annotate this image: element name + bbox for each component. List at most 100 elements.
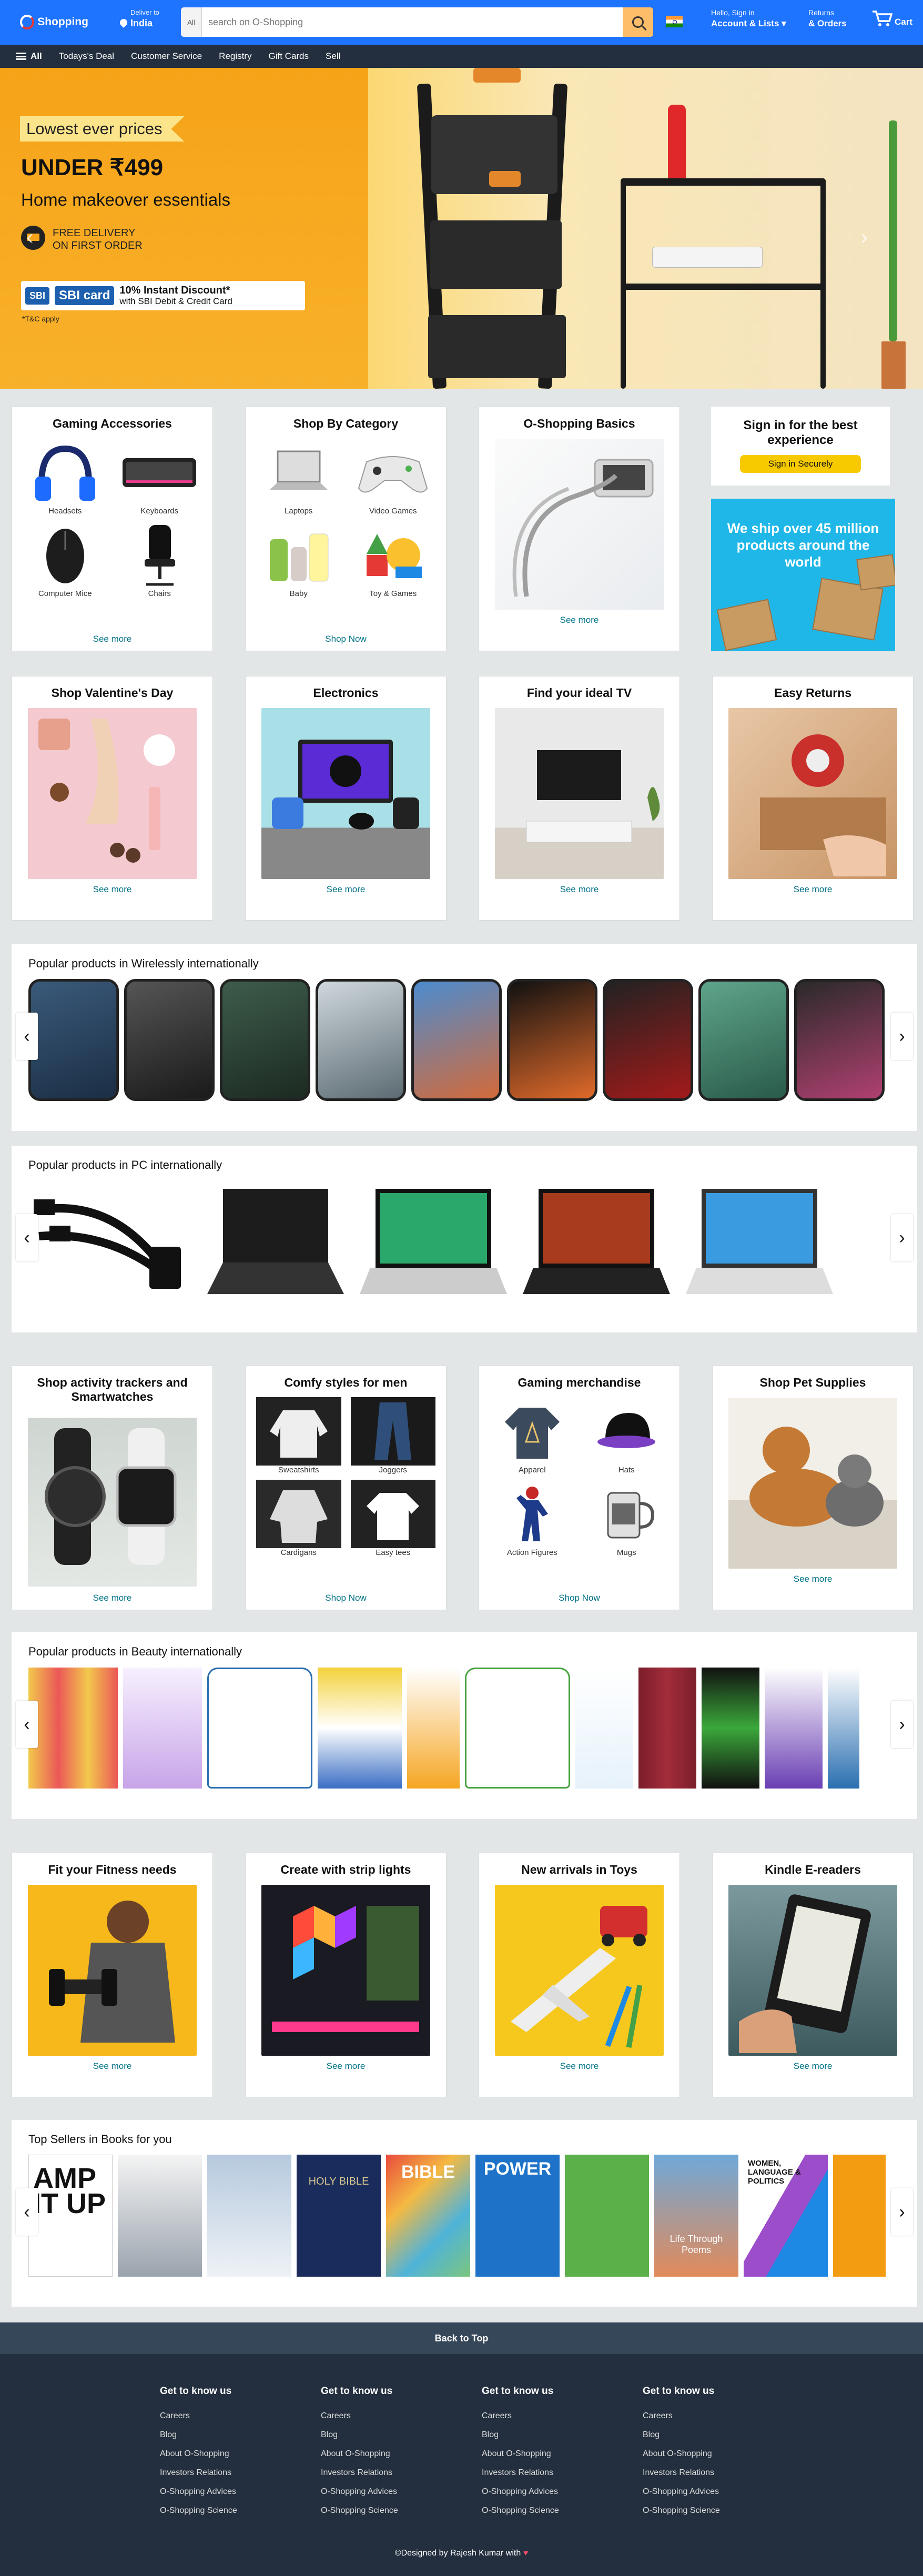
subnav-customer-service[interactable]: Customer Service <box>131 51 202 62</box>
subnav-gift-cards[interactable]: Gift Cards <box>269 51 309 62</box>
tile-headsets[interactable]: Headsets <box>23 438 108 516</box>
book-cover[interactable] <box>118 2155 202 2277</box>
product-phone[interactable] <box>794 979 885 1101</box>
see-more-link[interactable]: See more <box>713 2061 913 2072</box>
card-electronics[interactable]: Electronics See more <box>245 676 447 921</box>
product-phone[interactable] <box>411 979 502 1101</box>
card-gaming-accessories[interactable]: Gaming Accessories Headsets Keyboards Co… <box>12 407 213 651</box>
card-easy-returns[interactable]: Easy Returns See more <box>712 676 914 921</box>
subnav-todays-deal[interactable]: Todays's Deal <box>59 51 114 62</box>
shop-now-link[interactable]: Shop Now <box>246 634 446 644</box>
footer-link-about[interactable]: About O-Shopping <box>482 2444 559 2463</box>
carousel-next-icon[interactable]: › <box>891 1013 913 1060</box>
carousel-next-icon[interactable]: › <box>891 1701 913 1748</box>
search-button[interactable] <box>623 7 653 37</box>
product-laptop[interactable] <box>518 1178 675 1305</box>
cart-button[interactable]: Cart <box>871 9 912 27</box>
hero-next-icon[interactable]: › <box>861 226 868 249</box>
footer-link-blog[interactable]: Blog <box>482 2426 559 2444</box>
product-burts-bees[interactable] <box>638 1668 696 1789</box>
tile-joggers[interactable]: Joggers <box>350 1397 435 1474</box>
see-more-link[interactable]: See more <box>12 1593 212 1603</box>
card-pet-supplies[interactable]: Shop Pet Supplies See more <box>712 1366 914 1610</box>
all-menu-button[interactable]: All <box>16 51 42 62</box>
carousel-next-icon[interactable]: › <box>891 1214 913 1261</box>
tile-sweatshirts[interactable]: Sweatshirts <box>256 1397 341 1474</box>
tile-apparel[interactable]: Apparel <box>490 1397 575 1474</box>
product-phone[interactable] <box>698 979 789 1101</box>
subnav-registry[interactable]: Registry <box>219 51 251 62</box>
back-to-top-button[interactable]: Back to Top <box>0 2322 923 2354</box>
tile-keyboards[interactable]: Keyboards <box>117 438 202 516</box>
carousel-prev-icon[interactable]: ‹ <box>16 1701 38 1748</box>
footer-link-blog[interactable]: Blog <box>321 2426 398 2444</box>
account-menu[interactable]: Hello, Sign in Account & Lists ▾ <box>711 8 786 29</box>
product-aveeno[interactable] <box>407 1668 460 1789</box>
product-cerave[interactable] <box>207 1668 312 1789</box>
subnav-sell[interactable]: Sell <box>326 51 340 62</box>
footer-link-advices[interactable]: O-Shopping Advices <box>160 2482 237 2501</box>
product-sunscreen[interactable] <box>318 1668 402 1789</box>
see-more-link[interactable]: See more <box>479 884 679 895</box>
book-cover[interactable]: AMP IT UP <box>28 2155 113 2277</box>
product-phone[interactable] <box>28 979 119 1101</box>
india-flag-icon[interactable] <box>666 16 683 27</box>
product-cream[interactable] <box>123 1668 202 1789</box>
book-cover[interactable] <box>207 2155 291 2277</box>
hero-prev-icon[interactable]: ‹ <box>26 226 33 249</box>
product-cetaphil[interactable] <box>465 1668 570 1789</box>
carousel-prev-icon[interactable]: ‹ <box>16 1013 38 1060</box>
see-more-link[interactable]: See more <box>12 884 212 895</box>
footer-link-careers[interactable]: Careers <box>643 2407 720 2426</box>
product-laptop[interactable] <box>191 1178 349 1305</box>
footer-link-science[interactable]: O-Shopping Science <box>321 2501 398 2520</box>
card-comfy-men[interactable]: Comfy styles for men Sweatshirts Joggers… <box>245 1366 447 1610</box>
tile-baby[interactable]: Baby <box>256 521 341 598</box>
product-serum[interactable] <box>765 1668 823 1789</box>
tile-video-games[interactable]: Video Games <box>351 438 436 516</box>
see-more-link[interactable]: See more <box>713 884 913 895</box>
see-more-link[interactable]: See more <box>246 2061 446 2072</box>
product-lotion[interactable] <box>828 1668 859 1789</box>
tile-action-figures[interactable]: Action Figures <box>490 1480 575 1557</box>
ship-worldwide-banner[interactable]: We ship over 45 million products around … <box>711 499 895 651</box>
see-more-link[interactable]: See more <box>713 1574 913 1584</box>
see-more-link[interactable]: See more <box>12 2061 212 2072</box>
footer-link-about[interactable]: About O-Shopping <box>643 2444 720 2463</box>
see-more-link[interactable]: See more <box>12 634 212 644</box>
hero-banner[interactable]: Lowest ever prices UNDER ₹499 Home makeo… <box>0 68 923 389</box>
book-cover[interactable]: Life Through Poems <box>654 2155 738 2277</box>
card-shop-by-category[interactable]: Shop By Category Laptops Video Games Bab… <box>245 407 447 651</box>
product-laptop[interactable] <box>681 1178 838 1305</box>
search-category-select[interactable]: All <box>181 7 202 37</box>
see-more-link[interactable]: See more <box>246 884 446 895</box>
footer-link-investors[interactable]: Investors Relations <box>643 2463 720 2482</box>
book-cover[interactable]: HOLY BIBLE <box>297 2155 381 2277</box>
footer-link-careers[interactable]: Careers <box>160 2407 237 2426</box>
tile-toys-games[interactable]: Toy & Games <box>351 521 436 598</box>
product-cable[interactable] <box>28 1178 186 1305</box>
card-valentines[interactable]: Shop Valentine's Day See more <box>12 676 213 921</box>
carousel-prev-icon[interactable]: ‹ <box>16 2188 38 2236</box>
see-more-link[interactable]: See more <box>479 615 679 625</box>
product-laptop[interactable] <box>354 1178 512 1305</box>
tile-mugs[interactable]: Mugs <box>584 1480 670 1557</box>
card-gaming-merch[interactable]: Gaming merchandise Apparel Hats Action F… <box>479 1366 680 1610</box>
card-toys[interactable]: New arrivals in Toys See more <box>479 1853 680 2097</box>
footer-link-investors[interactable]: Investors Relations <box>321 2463 398 2482</box>
footer-link-investors[interactable]: Investors Relations <box>482 2463 559 2482</box>
footer-link-science[interactable]: O-Shopping Science <box>643 2501 720 2520</box>
sign-in-button[interactable]: Sign in Securely <box>740 455 861 473</box>
tile-chairs[interactable]: Chairs <box>117 521 202 598</box>
product-cetaphil-bottle[interactable] <box>575 1668 633 1789</box>
tile-cardigans[interactable]: Cardigans <box>256 1480 341 1557</box>
product-lip-balm[interactable] <box>28 1668 118 1789</box>
footer-link-careers[interactable]: Careers <box>321 2407 398 2426</box>
tile-easy-tees[interactable]: Easy tees <box>350 1480 435 1557</box>
carousel-next-icon[interactable]: › <box>891 2188 913 2236</box>
product-gillette[interactable] <box>702 1668 759 1789</box>
product-phone[interactable] <box>603 979 693 1101</box>
logo[interactable]: Shopping <box>20 11 88 34</box>
footer-link-about[interactable]: About O-Shopping <box>321 2444 398 2463</box>
footer-link-science[interactable]: O-Shopping Science <box>482 2501 559 2520</box>
